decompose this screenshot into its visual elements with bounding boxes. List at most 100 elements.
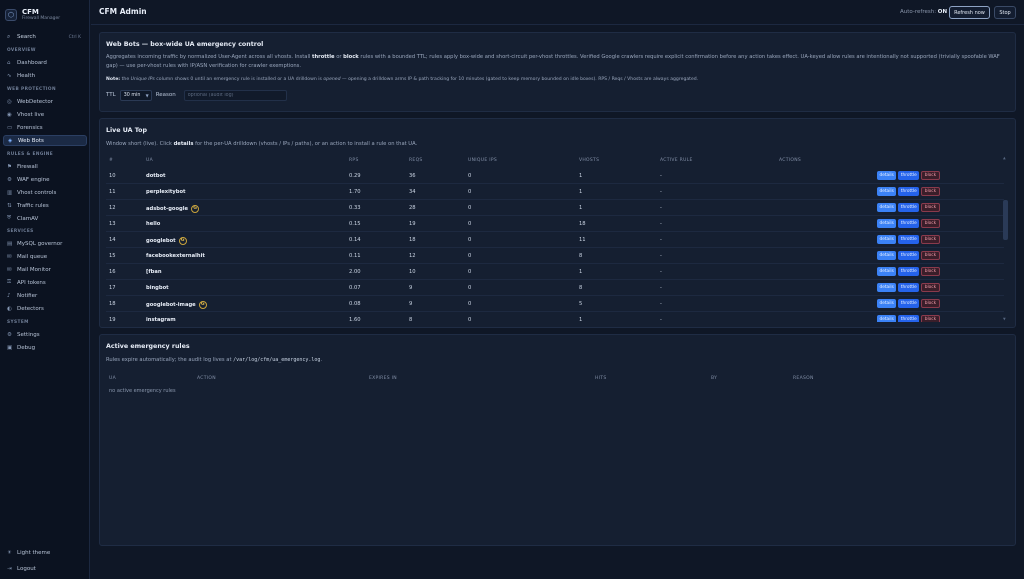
mail-monitor-icon: ✉ [7,266,12,273]
cell-n: 16 [109,269,116,275]
details-button[interactable]: details [877,235,897,244]
cell-n: 14 [109,237,116,243]
details-button[interactable]: details [877,187,897,196]
details-button[interactable]: details [877,299,897,308]
table-row: 14 googlebot G 0.14 18 0 11 - details throttle blo… [106,232,1004,248]
cell-ips: 0 [468,189,472,195]
throttle-button[interactable]: throttle [898,283,920,292]
forensics-icon: ▭ [7,124,13,131]
sidebar-item-label: Vhost controls [17,189,57,196]
sidebar-item-settings[interactable]: ⚙ Settings [3,329,87,340]
sidebar-item-webdetector[interactable]: ◎ WebDetector [3,96,87,107]
sidebar-item-mysql-governor[interactable]: ▤ MySQL governor [3,238,87,249]
scroll-up-icon: ▲ [1003,156,1006,160]
sidebar-item-debug[interactable]: ▣ Debug [3,342,87,353]
api-tokens-icon: ⚿ [7,279,12,286]
block-button[interactable]: block [921,219,940,228]
sidebar-item-dashboard[interactable]: ⌂ Dashboard [3,57,87,68]
details-button[interactable]: details [877,267,897,276]
sidebar-item-clamav[interactable]: ⛨ ClamAV [3,213,87,224]
auto-refresh-status: Auto-refresh: ON [900,9,947,15]
details-button[interactable]: details [877,283,897,292]
auto-refresh-label: Auto-refresh: [900,9,937,15]
details-button[interactable]: details [877,315,897,322]
ttl-select[interactable]: 30 min ▼ [119,89,152,101]
auto-refresh-value: ON [937,9,948,15]
throttle-button[interactable]: throttle [898,171,920,180]
row-actions: details throttle block [877,203,940,212]
details-button[interactable]: details [877,203,897,212]
block-button[interactable]: block [921,203,940,212]
throttle-button[interactable]: throttle [898,187,920,196]
table-row: 15 facebookexternalhit 0.11 12 0 8 - details thr… [106,248,1004,264]
block-button[interactable]: block [921,251,940,260]
row-actions: details throttle block [877,187,940,196]
block-button[interactable]: block [921,187,940,196]
sidebar-item-notifier[interactable]: ♪ Notifier [3,290,87,301]
cell-ips: 0 [468,269,472,275]
throttle-button[interactable]: throttle [898,235,920,244]
details-button[interactable]: details [877,251,897,260]
sidebar-item-mail-monitor[interactable]: ✉ Mail Monitor [3,264,87,275]
details-button[interactable]: details [877,219,897,228]
throttle-button[interactable]: throttle [898,219,920,228]
sidebar-item-label: Dashboard [17,59,47,66]
col-num: # [109,158,114,163]
cell-rule: - [660,221,662,227]
block-button[interactable]: block [921,315,940,322]
block-button[interactable]: block [921,299,940,308]
row-actions: details throttle block [877,219,940,228]
col-expires-in: EXPIRES IN [369,376,397,381]
refresh-now-button[interactable]: Refresh now [949,6,990,19]
web-bots-icon: ◈ [8,137,13,144]
cell-rule: - [660,189,662,195]
scroll-thumb[interactable] [1003,200,1008,240]
cell-n: 12 [109,205,116,211]
table-scrollbar[interactable]: ▲ ▼ [1003,156,1008,321]
sidebar-item-vhost-live[interactable]: ◉ Vhost live [3,109,87,120]
stop-button[interactable]: Stop [994,6,1016,19]
light-theme-icon: ☀ [7,549,12,556]
web-bots-description: Aggregates incoming traffic by normalize… [106,54,1000,69]
dashboard-icon: ⌂ [7,59,11,66]
ua-name: googlebot-image [146,302,196,308]
throttle-button[interactable]: throttle [898,267,920,276]
sidebar-item-firewall[interactable]: ⚑ Firewall [3,161,87,172]
cell-ips: 0 [468,221,472,227]
throttle-button[interactable]: throttle [898,299,920,308]
sidebar-item-mail-queue[interactable]: ✉ Mail queue [3,251,87,262]
sidebar-item-forensics[interactable]: ▭ Forensics [3,122,87,133]
reason-input[interactable] [183,89,287,101]
block-button[interactable]: block [921,283,940,292]
sidebar-item-api-tokens[interactable]: ⚿ API tokens [3,277,87,288]
logout-button[interactable]: ⇥ Logout [3,563,87,574]
details-button[interactable]: details [877,171,897,180]
throttle-button[interactable]: throttle [898,315,920,322]
throttle-button[interactable]: throttle [898,203,920,212]
cell-ua: hello [146,221,160,227]
clamav-icon: ⛨ [7,215,12,222]
sidebar-item-detectors[interactable]: ◐ Detectors [3,304,87,315]
page-title: CFM Admin [99,7,147,16]
sidebar-item-traffic-rules[interactable]: ⇅ Traffic rules [3,200,87,211]
sidebar-item-health[interactable]: ∿ Health [3,70,87,81]
brand: ⬡ CFM Firewall Manager [5,6,60,24]
waf-engine-icon: ⚙ [7,176,12,183]
sidebar-item-web-bots[interactable]: ◈ Web Bots [3,135,87,147]
sidebar-item-vhost-controls[interactable]: ▥ Vhost controls [3,187,87,198]
block-button[interactable]: block [921,235,940,244]
light-theme-button[interactable]: ☀ Light theme [3,547,87,558]
audit-log-path: /var/log/cfm/ua_emergency.log [233,357,321,363]
cell-ua: dotbot [146,173,166,179]
emergency-description: Rules expire automatically; the audit lo… [106,356,1006,365]
topbar: CFM Admin Auto-refresh: ON Refresh now S… [91,0,1024,25]
sidebar-item-waf-engine[interactable]: ⚙ WAF engine [3,174,87,185]
search-button[interactable]: ⌕ Search Ctrl K [3,32,85,42]
sidebar-item-label: API tokens [17,279,46,286]
block-button[interactable]: block [921,171,940,180]
cell-ips: 0 [468,205,472,211]
web-bots-title: Web Bots — box-wide UA emergency control [106,41,264,48]
block-button[interactable]: block [921,267,940,276]
search-label: Search [17,34,36,40]
throttle-button[interactable]: throttle [898,251,920,260]
